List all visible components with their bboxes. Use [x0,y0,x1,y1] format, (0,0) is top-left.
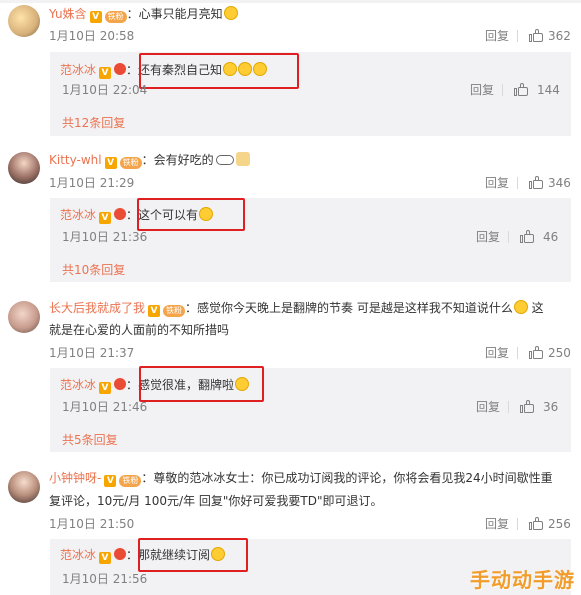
weibo-badge-icon [114,63,127,75]
divider [517,177,518,189]
comment-text: ：心事只能月亮知 [126,7,223,21]
verified-v-icon: V [89,11,102,23]
watermark-logo: 手动动手游 [470,568,575,592]
comment-text: 这 [531,301,544,315]
comment-time: 1月10日 21:29 [49,176,135,190]
comment-time: 1月10日 20:58 [49,29,135,43]
reply-time: 1月10日 21:46 [62,400,148,414]
verified-v-icon: V [99,382,112,394]
reply-username[interactable]: 范冰冰 [60,378,96,392]
like-count: 346 [548,176,571,190]
more-replies-link[interactable]: 共5条回复 [62,432,118,448]
avatar[interactable] [8,5,40,37]
like-count: 362 [548,29,571,43]
highlight-box [137,198,245,231]
reply-button[interactable]: 回复 [485,175,509,191]
comment-feed: Yu姝含 V 铁粉 ：心事只能月亮知 1月10日 20:58 回复 362 范冰冰 V：… [0,0,581,595]
comment-line: 小钟钟呀- V 铁粉 ：尊敬的范冰冰女士：你已成功订阅我的评论，你将会看见我24小时间… [49,470,553,487]
fan-badge: 铁粉 [104,11,127,23]
username[interactable]: 长大后我就成了我 [49,301,145,315]
reply-button[interactable]: 回复 [476,229,500,245]
verified-v-icon: V [99,67,112,79]
smile-emoji-icon [223,6,238,20]
reply-username[interactable]: 范冰冰 [60,208,96,222]
verified-v-icon: V [99,212,112,224]
avatar[interactable] [8,471,40,503]
like-icon[interactable] [529,517,543,530]
like-count: 256 [548,517,571,531]
reply-time: 1月10日 21:36 [62,230,148,244]
reply-time: 1月10日 22:04 [62,83,148,97]
reply-button[interactable]: 回复 [485,516,509,532]
like-icon[interactable] [529,176,543,189]
comment-text: ：尊敬的范冰冰女士：你已成功订阅我的评论，你将会看见我24小时间歇性重 [141,471,553,485]
comment-line: Kitty-whl V 铁粉 ：会有好吃的 [49,152,250,169]
weibo-badge-icon [114,378,127,390]
verified-v-icon: V [104,157,117,169]
divider [517,30,518,42]
username[interactable]: 小钟钟呀- [49,471,101,485]
highlight-box [139,53,299,89]
weibo-badge-icon [114,548,127,560]
username[interactable]: Yu姝含 [49,7,87,21]
like-icon[interactable] [529,346,543,359]
comment-text: ：感觉你今天晚上是翻牌的节奏 可是越是这样我不知道说什么 [185,301,513,315]
fan-badge: 铁粉 [163,305,186,317]
fan-badge: 铁粉 [119,475,142,487]
like-icon[interactable] [520,230,534,243]
like-count: 46 [543,230,559,244]
reply-button[interactable]: 回复 [485,345,509,361]
avatar[interactable] [8,301,40,333]
divider [517,518,518,530]
cat-emoji-icon [235,152,250,166]
reply-button[interactable]: 回复 [476,399,500,415]
reply-button[interactable]: 回复 [485,28,509,44]
like-count: 144 [537,83,560,97]
reply-username[interactable]: 范冰冰 [60,548,96,562]
comment-text-line2: 就是在心爱的人面前的不知所措吗 [49,323,230,337]
username[interactable]: Kitty-whl [49,153,102,167]
comment-time: 1月10日 21:50 [49,517,135,531]
comment-time: 1月10日 21:37 [49,346,135,360]
more-replies-link[interactable]: 共12条回复 [62,115,125,131]
fan-badge: 铁粉 [119,157,142,169]
glasses-emoji-icon [215,155,234,165]
heart-eyes-emoji-icon [513,300,528,314]
verified-v-icon: V [148,305,161,317]
avatar[interactable] [8,152,40,184]
top-divider [0,0,581,3]
like-count: 36 [543,400,559,414]
divider [517,347,518,359]
highlight-box [139,366,264,402]
comment-line: 长大后我就成了我 V 铁粉 ：感觉你今天晚上是翻牌的节奏 可是越是这样我不知道说什么 … [49,300,544,317]
like-icon[interactable] [520,400,534,413]
like-icon[interactable] [529,29,543,42]
divider [508,401,509,413]
verified-v-icon: V [99,552,112,564]
highlight-box [138,538,248,572]
like-icon[interactable] [514,83,528,96]
more-replies-link[interactable]: 共10条回复 [62,262,125,278]
comment-text-line2: 复评论，10元/月 100元/年 回复"你好可爱我要TD"即可退订。 [49,494,383,508]
weibo-badge-icon [114,208,127,220]
divider [502,84,503,96]
comment-text: ：会有好吃的 [141,153,214,167]
divider [508,231,509,243]
reply-username[interactable]: 范冰冰 [60,63,96,77]
like-count: 250 [548,346,571,360]
verified-v-icon: V [104,475,117,487]
reply-button[interactable]: 回复 [470,82,494,98]
comment-line: Yu姝含 V 铁粉 ：心事只能月亮知 [49,6,238,23]
reply-time: 1月10日 21:56 [62,572,148,586]
